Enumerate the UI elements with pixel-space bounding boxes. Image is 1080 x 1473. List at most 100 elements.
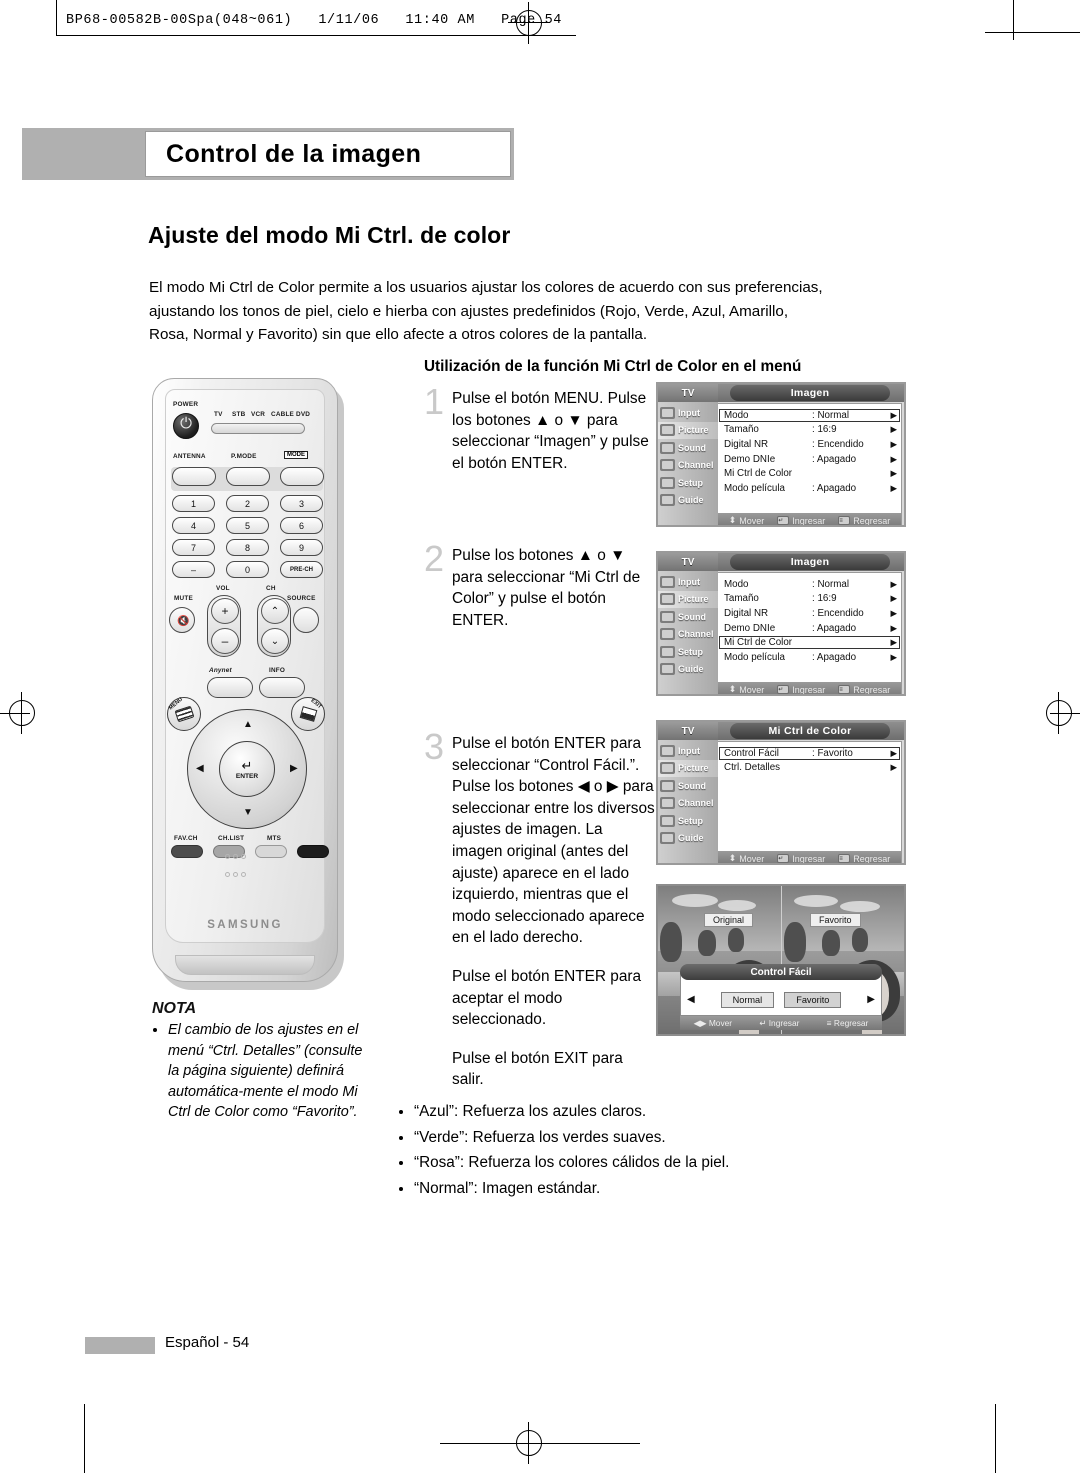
osd-menu-row[interactable]: Modo: Normal ▶	[718, 408, 901, 423]
osd-row-value: : Normal	[812, 409, 850, 421]
volume-up-button[interactable]: +	[211, 598, 239, 624]
channel-rocker[interactable]: ⌃ ⌄	[257, 595, 291, 657]
favch-label: FAV.CH	[174, 835, 198, 842]
arrow-up-icon[interactable]: ▲	[243, 719, 253, 730]
osd-sidebar-item-input[interactable]: Input	[658, 573, 718, 591]
osd-menu-row[interactable]: Modo: Normal ▶	[718, 577, 901, 592]
osd-sidebar-item-input[interactable]: Input	[658, 742, 718, 760]
crop-mark-right-h	[985, 32, 1080, 33]
source-button[interactable]	[293, 607, 319, 633]
mute-button[interactable]: 🔇	[169, 607, 195, 633]
sound-icon	[660, 441, 675, 454]
osd-sidebar-item-input[interactable]: Input	[658, 404, 718, 422]
osd-hint-return: ≡ Regresar	[838, 515, 891, 526]
key-3[interactable]: 3	[280, 495, 323, 512]
key-pre-ch[interactable]: PRE-CH	[280, 561, 323, 578]
chevron-right-icon: ▶	[890, 482, 897, 493]
arrow-right-icon[interactable]: ▶	[290, 763, 298, 774]
osd-menu-row[interactable]: Modo película: Apagado ▶	[718, 650, 901, 665]
osd-sidebar-label: Guide	[678, 495, 704, 506]
osd-sidebar-item-picture[interactable]: Picture	[658, 759, 718, 777]
osd-row-value: : 16:9	[812, 593, 837, 605]
pmode-button[interactable]	[226, 467, 270, 486]
osd-menu-row[interactable]: Mi Ctrl de Color ▶	[718, 635, 901, 650]
crop-mark-bottom-right-v	[995, 1404, 996, 1473]
key-6[interactable]: 6	[280, 517, 323, 534]
osd-menu-row[interactable]: Control Fácil: Favorito ▶	[718, 746, 901, 761]
preview-chip-favorito[interactable]: Favorito	[784, 991, 842, 1008]
osd-sidebar-item-guide[interactable]: Guide	[658, 661, 718, 679]
osd-menu-row[interactable]: Digital NR: Encendido ▶	[718, 437, 901, 452]
osd-sidebar-item-picture[interactable]: Picture	[658, 590, 718, 608]
antenna-button[interactable]	[172, 467, 216, 486]
osd-sidebar-item-channel[interactable]: Channel	[658, 457, 718, 475]
osd-sidebar-label: Channel	[678, 629, 714, 640]
osd-sidebar-item-channel[interactable]: Channel	[658, 795, 718, 813]
key-7[interactable]: 7	[172, 539, 215, 556]
volume-down-button[interactable]: –	[211, 628, 239, 654]
osd-row-label: Tamaño	[724, 593, 759, 605]
osd-menu-row[interactable]: Tamaño: 16:9 ▶	[718, 423, 901, 438]
osd-menu-title: Mi Ctrl de Color	[730, 723, 890, 739]
osd-sidebar-label: Input	[678, 407, 700, 418]
key-8[interactable]: 8	[226, 539, 269, 556]
osd-title-bar: TV Imagen	[658, 384, 904, 402]
key-dash[interactable]: –	[172, 561, 215, 578]
device-selector-bar[interactable]	[211, 423, 305, 434]
key-9[interactable]: 9	[280, 539, 323, 556]
osd-menu-row[interactable]: Tamaño: 16:9 ▶	[718, 592, 901, 607]
osd-sidebar-item-picture[interactable]: Picture	[658, 421, 718, 439]
key-5[interactable]: 5	[226, 517, 269, 534]
power-button[interactable]	[173, 413, 199, 439]
color-mode-list: “Azul”: Refuerza los azules claros. “Ver…	[392, 1099, 862, 1201]
key-1[interactable]: 1	[172, 495, 215, 512]
mode-button[interactable]	[280, 467, 324, 486]
osd-tv-label: TV	[658, 722, 718, 740]
channel-up-button[interactable]: ⌃	[261, 598, 289, 624]
chevron-right-icon: ▶	[890, 453, 897, 464]
osd-menu-list: Control Fácil: Favorito ▶ Ctrl. Detalles ▶…	[718, 741, 902, 864]
enter-button-label: ENTER	[235, 772, 259, 780]
info-button[interactable]	[259, 677, 305, 698]
osd-menu-row[interactable]: Modo película: Apagado ▶	[718, 481, 901, 496]
osd-sidebar-item-setup[interactable]: Setup	[658, 812, 718, 830]
osd-sidebar-item-sound[interactable]: Sound	[658, 439, 718, 457]
osd-sidebar-item-guide[interactable]: Guide	[658, 492, 718, 510]
osd-menu-row[interactable]: Digital NR: Encendido ▶	[718, 606, 901, 621]
osd-sidebar-item-setup[interactable]: Setup	[658, 643, 718, 661]
osd-menu-row[interactable]: Demo DNIe: Apagado ▶	[718, 452, 901, 467]
arrow-down-icon[interactable]: ▼	[243, 807, 253, 818]
osd-sidebar-label: Input	[678, 745, 700, 756]
preview-hint-move: ◀▶ Mover	[693, 1018, 733, 1028]
arrow-left-icon[interactable]: ◀	[196, 763, 204, 774]
osd-sidebar-item-setup[interactable]: Setup	[658, 474, 718, 492]
osd-menu-row[interactable]: Mi Ctrl de Color ▶	[718, 466, 901, 481]
osd-sidebar-item-channel[interactable]: Channel	[658, 626, 718, 644]
cloud-shape	[793, 895, 838, 907]
channel-down-button[interactable]: ⌄	[261, 628, 289, 654]
preview-hint-return: ≡ Regresar	[826, 1018, 869, 1028]
enter-key-icon: ↵	[777, 516, 790, 525]
unlabeled-black-button[interactable]	[297, 845, 329, 858]
osd-sidebar-item-guide[interactable]: Guide	[658, 830, 718, 848]
preview-chip-normal[interactable]: Normal	[720, 991, 775, 1008]
osd-row-value: : Apagado	[812, 453, 857, 465]
volume-rocker[interactable]: + –	[207, 595, 241, 657]
osd-sidebar-label: Picture	[678, 425, 709, 436]
key-2[interactable]: 2	[226, 495, 269, 512]
exit-button[interactable]	[291, 697, 325, 731]
osd-sidebar-item-sound[interactable]: Sound	[658, 608, 718, 626]
anynet-button[interactable]	[207, 677, 253, 698]
key-0[interactable]: 0	[226, 561, 269, 578]
fav-ch-button[interactable]	[171, 845, 203, 858]
mts-button[interactable]	[255, 845, 287, 858]
osd-sidebar-item-sound[interactable]: Sound	[658, 777, 718, 795]
osd-hint-move: ⬍ Mover	[728, 853, 765, 864]
key-4[interactable]: 4	[172, 517, 215, 534]
chevron-right-icon[interactable]: ▶	[867, 994, 875, 1005]
osd-menu-row[interactable]: Ctrl. Detalles ▶	[718, 761, 901, 776]
osd-menu-row[interactable]: Demo DNIe: Apagado ▶	[718, 621, 901, 636]
remote-base	[175, 955, 315, 975]
enter-button[interactable]: ↵ ENTER	[219, 741, 275, 797]
chevron-left-icon[interactable]: ◀	[687, 994, 695, 1005]
